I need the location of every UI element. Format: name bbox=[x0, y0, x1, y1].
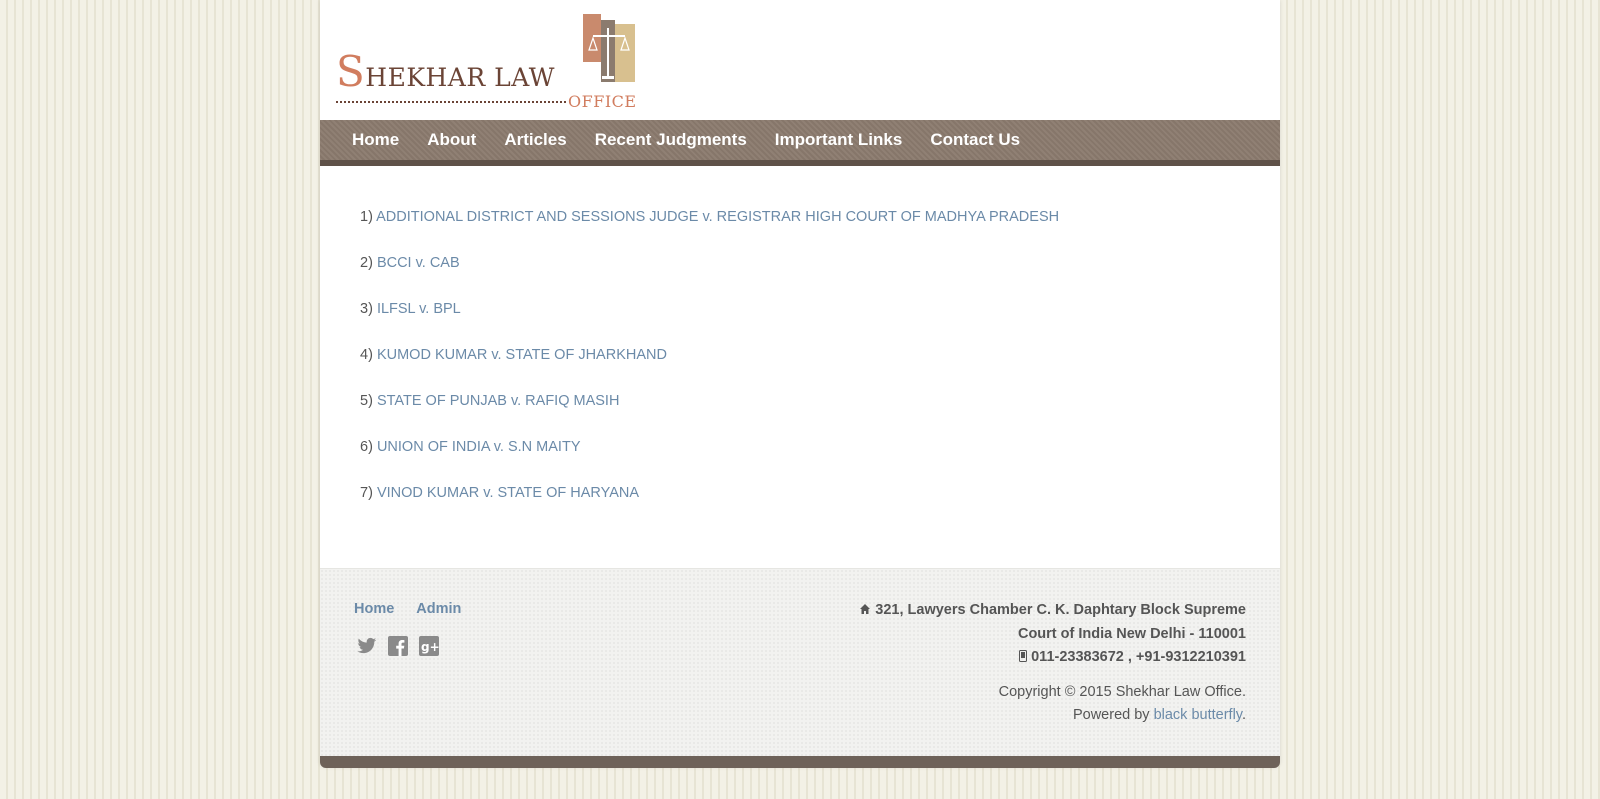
footer-link-home[interactable]: Home bbox=[354, 601, 394, 617]
item-number: 7) bbox=[360, 485, 373, 501]
twitter-icon[interactable] bbox=[356, 635, 378, 657]
address-line-2: Court of India New Delhi - 110001 bbox=[1017, 626, 1246, 642]
item-number: 5) bbox=[360, 393, 373, 409]
item-number: 6) bbox=[360, 439, 373, 455]
logo-initial: S bbox=[336, 47, 366, 96]
list-item: 5) STATE OF PUNJAB v. RAFIQ MASIH bbox=[360, 392, 1240, 410]
logo-name: HEKHAR LAW bbox=[365, 63, 555, 92]
main-nav: Home About Articles Recent Judgments Imp… bbox=[320, 120, 1280, 166]
item-number: 4) bbox=[360, 347, 373, 363]
list-item: 2) BCCI v. CAB bbox=[360, 254, 1240, 272]
page-container: SHEKHAR LAW OFFICE Home About Articles R… bbox=[320, 0, 1280, 768]
item-number: 3) bbox=[360, 301, 373, 317]
footer-link-admin[interactable]: Admin bbox=[416, 601, 461, 617]
site-logo[interactable]: SHEKHAR LAW OFFICE bbox=[336, 14, 646, 114]
phone-number: 011-23383672 , +91-9312210391 bbox=[1031, 649, 1246, 665]
mobile-phone-icon bbox=[1019, 647, 1028, 670]
nav-recent-judgments[interactable]: Recent Judgments bbox=[595, 130, 747, 150]
site-header: SHEKHAR LAW OFFICE bbox=[320, 0, 1280, 120]
item-number: 2) bbox=[360, 255, 373, 271]
home-icon bbox=[859, 600, 871, 623]
copyright-text: Copyright © 2015 Shekhar Law Office. bbox=[998, 684, 1246, 700]
list-item: 6) UNION OF INDIA v. S.N MAITY bbox=[360, 438, 1240, 456]
scales-of-justice-icon bbox=[583, 14, 635, 82]
list-item: 3) ILFSL v. BPL bbox=[360, 300, 1240, 318]
powered-by-link[interactable]: black butterfly bbox=[1154, 707, 1242, 723]
nav-about[interactable]: About bbox=[427, 130, 476, 150]
powered-by-suffix: . bbox=[1241, 707, 1246, 723]
judgment-link[interactable]: ADDITIONAL DISTRICT AND SESSIONS JUDGE v… bbox=[376, 209, 1059, 225]
judgment-link[interactable]: UNION OF INDIA v. S.N MAITY bbox=[377, 439, 581, 455]
site-footer: Home Admin g+ 321, Lawyers Chamber C. K.… bbox=[320, 568, 1280, 768]
list-item: 1) ADDITIONAL DISTRICT AND SESSIONS JUDG… bbox=[360, 208, 1240, 226]
svg-text:g+: g+ bbox=[421, 640, 439, 654]
logo-divider bbox=[336, 101, 566, 103]
powered-by-label: Powered by bbox=[1072, 707, 1150, 723]
contact-info: 321, Lawyers Chamber C. K. Daphtary Bloc… bbox=[826, 599, 1246, 727]
facebook-icon[interactable] bbox=[387, 635, 409, 657]
nav-important-links[interactable]: Important Links bbox=[775, 130, 903, 150]
google-plus-icon[interactable]: g+ bbox=[418, 635, 440, 657]
judgment-link[interactable]: BCCI v. CAB bbox=[377, 255, 460, 271]
judgment-link[interactable]: KUMOD KUMAR v. STATE OF JHARKHAND bbox=[377, 347, 667, 363]
judgment-link[interactable]: ILFSL v. BPL bbox=[377, 301, 461, 317]
nav-contact-us[interactable]: Contact Us bbox=[930, 130, 1020, 150]
footer-nav: Home Admin bbox=[354, 601, 483, 617]
nav-home[interactable]: Home bbox=[352, 130, 399, 150]
address: 321, Lawyers Chamber C. K. Daphtary Bloc… bbox=[826, 599, 1246, 670]
copyright-block: Copyright © 2015 Shekhar Law Office. Pow… bbox=[826, 681, 1246, 727]
logo-wordmark: SHEKHAR LAW bbox=[336, 47, 555, 96]
judgments-list: 1) ADDITIONAL DISTRICT AND SESSIONS JUDG… bbox=[320, 166, 1280, 554]
address-line-1: 321, Lawyers Chamber C. K. Daphtary Bloc… bbox=[875, 602, 1246, 618]
social-links: g+ bbox=[356, 635, 449, 657]
list-item: 4) KUMOD KUMAR v. STATE OF JHARKHAND bbox=[360, 346, 1240, 364]
judgment-link[interactable]: STATE OF PUNJAB v. RAFIQ MASIH bbox=[377, 393, 620, 409]
item-number: 1) bbox=[360, 209, 373, 225]
footer-bottom-bar bbox=[320, 756, 1280, 768]
judgment-link[interactable]: VINOD KUMAR v. STATE OF HARYANA bbox=[377, 485, 639, 501]
nav-articles[interactable]: Articles bbox=[504, 130, 566, 150]
logo-subtitle: OFFICE bbox=[568, 92, 637, 111]
list-item: 7) VINOD KUMAR v. STATE OF HARYANA bbox=[360, 484, 1240, 502]
